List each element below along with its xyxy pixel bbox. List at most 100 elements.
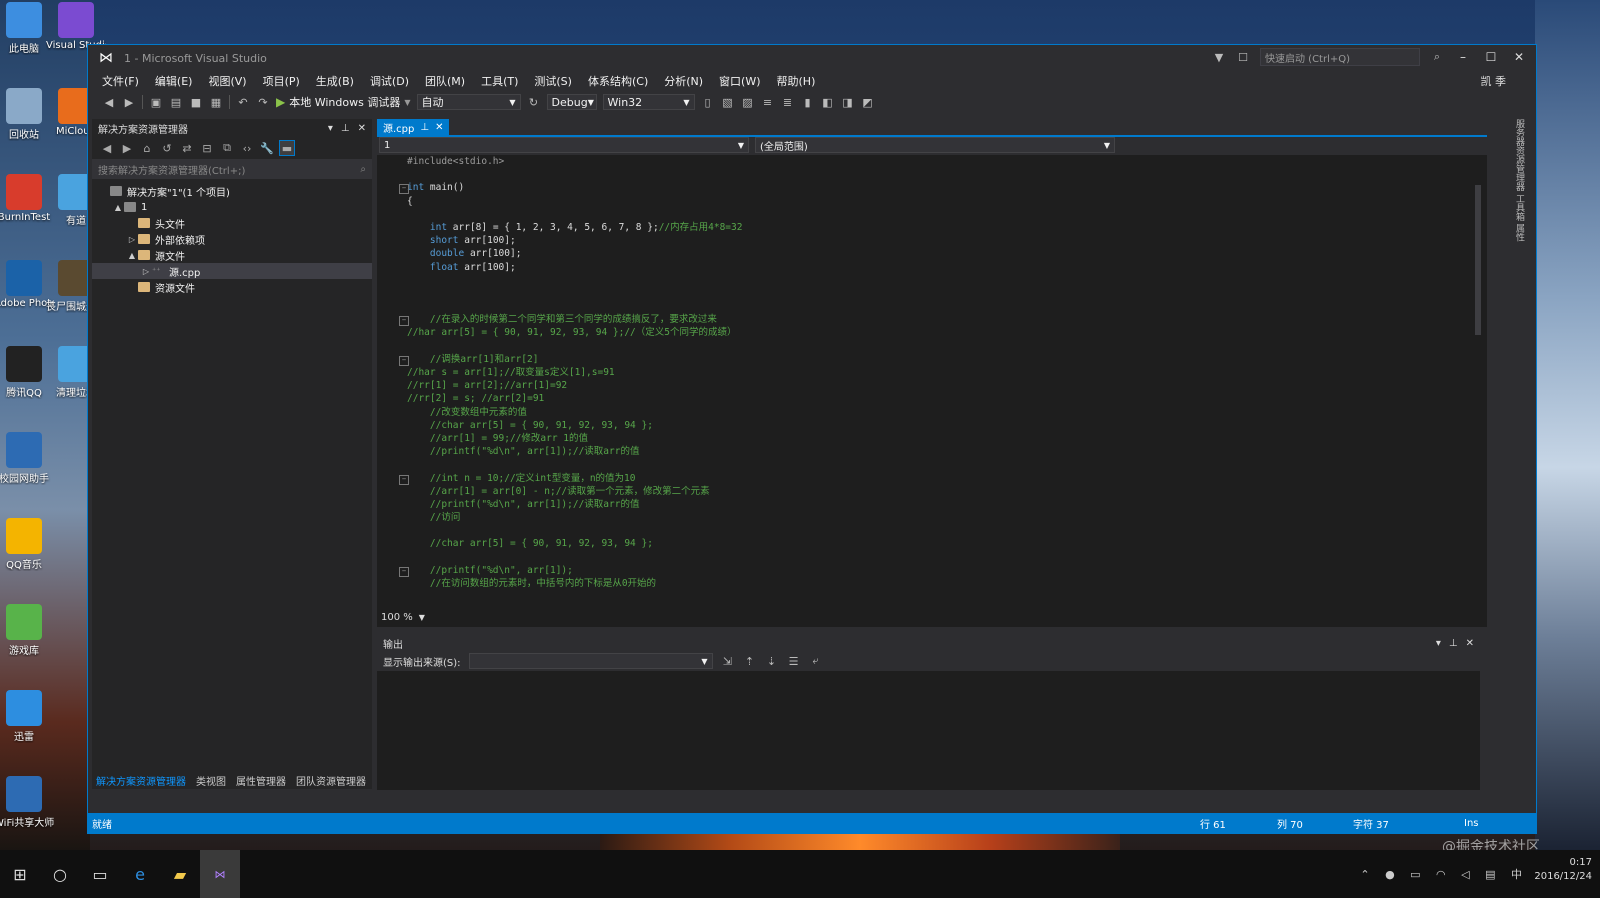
prev-message-icon[interactable]: ⇡ (743, 654, 757, 668)
expand-icon[interactable]: ▲ (126, 251, 138, 260)
quick-launch-input[interactable]: 快速启动 (Ctrl+Q) (1260, 48, 1420, 66)
pin-icon[interactable]: ⊥ (341, 123, 350, 134)
start-icon[interactable]: ⊞ (4, 865, 36, 884)
menu-item[interactable]: 项目(P) (255, 73, 308, 89)
panel-tab[interactable]: 属性管理器 (236, 773, 286, 788)
menu-item[interactable]: 分析(N) (656, 73, 711, 89)
output-source-select[interactable]: ▼ (468, 653, 713, 669)
file-explorer-icon[interactable]: ▰ (164, 865, 196, 884)
editor-scrollbar[interactable] (1469, 155, 1487, 605)
refresh-icon[interactable]: ↻ (527, 95, 541, 109)
search-icon[interactable]: ⌕ (1430, 50, 1444, 64)
tree-item[interactable]: ▲ 源文件 (92, 247, 372, 263)
user-account[interactable]: 凯 季 (1481, 73, 1507, 89)
scope-nav-select[interactable]: (全局范围) ▼ (755, 137, 1115, 153)
clear-bookmarks-icon[interactable]: ◩ (861, 95, 875, 109)
tree-item[interactable]: ▷ 外部依赖项 (92, 231, 372, 247)
forward-icon[interactable]: ▶ (122, 95, 136, 109)
expand-icon[interactable]: ▷ (126, 235, 138, 244)
open-file-icon[interactable]: ▤ (169, 95, 183, 109)
fold-toggle-icon[interactable]: − (399, 567, 409, 578)
save-icon[interactable]: ■ (189, 95, 203, 109)
desktop-icon[interactable]: QQ音乐 (0, 518, 54, 571)
menu-item[interactable]: 工具(T) (473, 73, 526, 89)
home-icon[interactable]: ⌂ (140, 141, 154, 155)
fold-toggle-icon[interactable]: − (399, 184, 409, 195)
comment-icon[interactable]: ≡ (761, 95, 775, 109)
close-panel-icon[interactable]: ✕ (1466, 638, 1474, 649)
tree-item[interactable]: 资源文件 (92, 279, 372, 295)
save-all-icon[interactable]: ▦ (209, 95, 223, 109)
menu-item[interactable]: 团队(M) (417, 73, 473, 89)
tree-item[interactable]: 头文件 (92, 215, 372, 231)
expand-icon[interactable]: ▷ (140, 267, 152, 276)
visual-studio-taskbar-icon[interactable]: ⋈ (200, 850, 240, 898)
panel-tab[interactable]: 解决方案资源管理器 (96, 773, 186, 788)
code-area[interactable]: #include<stdio.h> − int main(){ int arr[8]… (377, 155, 1467, 605)
desktop-icon[interactable]: 校园网助手 (0, 432, 54, 485)
toggle-bookmark-icon[interactable]: ▮ (801, 95, 815, 109)
search-icon[interactable]: ⌕ (360, 164, 366, 175)
back-icon[interactable]: ◀ (100, 141, 114, 155)
solution-search-input[interactable]: 搜索解决方案资源管理器(Ctrl+;) ⌕ (92, 159, 372, 179)
panel-tab[interactable]: 类视图 (196, 773, 226, 788)
start-debugging-button[interactable]: ▶ 本地 Windows 调试器 ▼ (276, 94, 411, 110)
dropdown-icon[interactable]: ▾ (1436, 638, 1441, 649)
close-button[interactable]: ✕ (1510, 50, 1528, 64)
solution-config-icon[interactable]: ▧ (721, 95, 735, 109)
maximize-button[interactable]: ☐ (1482, 50, 1500, 64)
pin-icon[interactable]: ⊥ (1449, 638, 1458, 649)
desktop-icon[interactable]: 迅雷 (0, 690, 54, 743)
zoom-control[interactable]: 100 % ▼ (377, 609, 425, 625)
desktop-icon[interactable]: 游戏库 (0, 604, 54, 657)
tray-icons[interactable]: ⌃ ● ▭ ◠ ◁ ▤ 中 (1360, 866, 1528, 882)
side-tool-tabs[interactable]: 服务器资源管理器 工具箱 属性 (1512, 119, 1526, 279)
forward-icon[interactable]: ▶ (120, 141, 134, 155)
properties-icon[interactable]: 🔧 (260, 141, 274, 155)
tree-item[interactable]: 解决方案"1"(1 个项目) (92, 183, 372, 199)
desktop-icon[interactable]: WiFi共享大师 (0, 776, 54, 829)
expand-icon[interactable]: ▲ (112, 203, 124, 212)
fold-toggle-icon[interactable]: − (399, 474, 409, 485)
panel-tab[interactable]: 团队资源管理器 (296, 773, 366, 788)
tree-item[interactable]: ▷ ⁺⁺ 源.cpp (92, 263, 372, 279)
search-icon[interactable]: ○ (44, 865, 76, 884)
view-code-icon[interactable]: ‹› (240, 141, 254, 155)
back-icon[interactable]: ◀ (102, 95, 116, 109)
bookmark-icon[interactable]: ▨ (741, 95, 755, 109)
uncomment-icon[interactable]: ≣ (781, 95, 795, 109)
menu-item[interactable]: 帮助(H) (769, 73, 824, 89)
menu-item[interactable]: 文件(F) (94, 73, 147, 89)
feedback-icon[interactable]: ☐ (1236, 50, 1250, 64)
new-project-icon[interactable]: ▣ (149, 95, 163, 109)
clock[interactable]: 0:17 2016/12/24 (1534, 856, 1592, 884)
preview-selected-icon[interactable]: ▬ (279, 140, 295, 156)
task-view-icon[interactable]: ▭ (84, 865, 116, 884)
configuration-select[interactable]: Debug ▼ (546, 94, 597, 110)
redo-icon[interactable]: ↷ (256, 95, 270, 109)
menu-item[interactable]: 测试(S) (526, 73, 580, 89)
dropdown-icon[interactable]: ▾ (328, 123, 333, 134)
clear-all-icon[interactable]: ☰ (787, 654, 801, 668)
run-mode-select[interactable]: 自动 ▼ (416, 94, 521, 110)
project-nav-select[interactable]: 1 ▼ (379, 137, 749, 153)
close-tab-icon[interactable]: ✕ (435, 122, 443, 133)
close-panel-icon[interactable]: ✕ (358, 123, 366, 134)
prev-bookmark-icon[interactable]: ◧ (821, 95, 835, 109)
platform-select[interactable]: Win32 ▼ (602, 94, 695, 110)
show-all-files-icon[interactable]: ⧉ (220, 141, 234, 155)
word-wrap-icon[interactable]: ⤶ (809, 654, 823, 668)
next-message-icon[interactable]: ⇣ (765, 654, 779, 668)
tab-source-cpp[interactable]: 源.cpp ⊥ ✕ (377, 119, 450, 135)
undo-icon[interactable]: ↶ (236, 95, 250, 109)
find-icon[interactable]: ▯ (701, 95, 715, 109)
fold-toggle-icon[interactable]: − (399, 356, 409, 366)
minimize-button[interactable]: – (1454, 50, 1472, 64)
next-bookmark-icon[interactable]: ◨ (841, 95, 855, 109)
menu-item[interactable]: 视图(V) (200, 73, 254, 89)
edge-icon[interactable]: e (124, 865, 156, 884)
sync-icon[interactable]: ↺ (160, 141, 174, 155)
menu-item[interactable]: 窗口(W) (711, 73, 768, 89)
filter-icon[interactable]: ▼ (1212, 50, 1226, 64)
sync-with-document-icon[interactable]: ⇄ (180, 141, 194, 155)
